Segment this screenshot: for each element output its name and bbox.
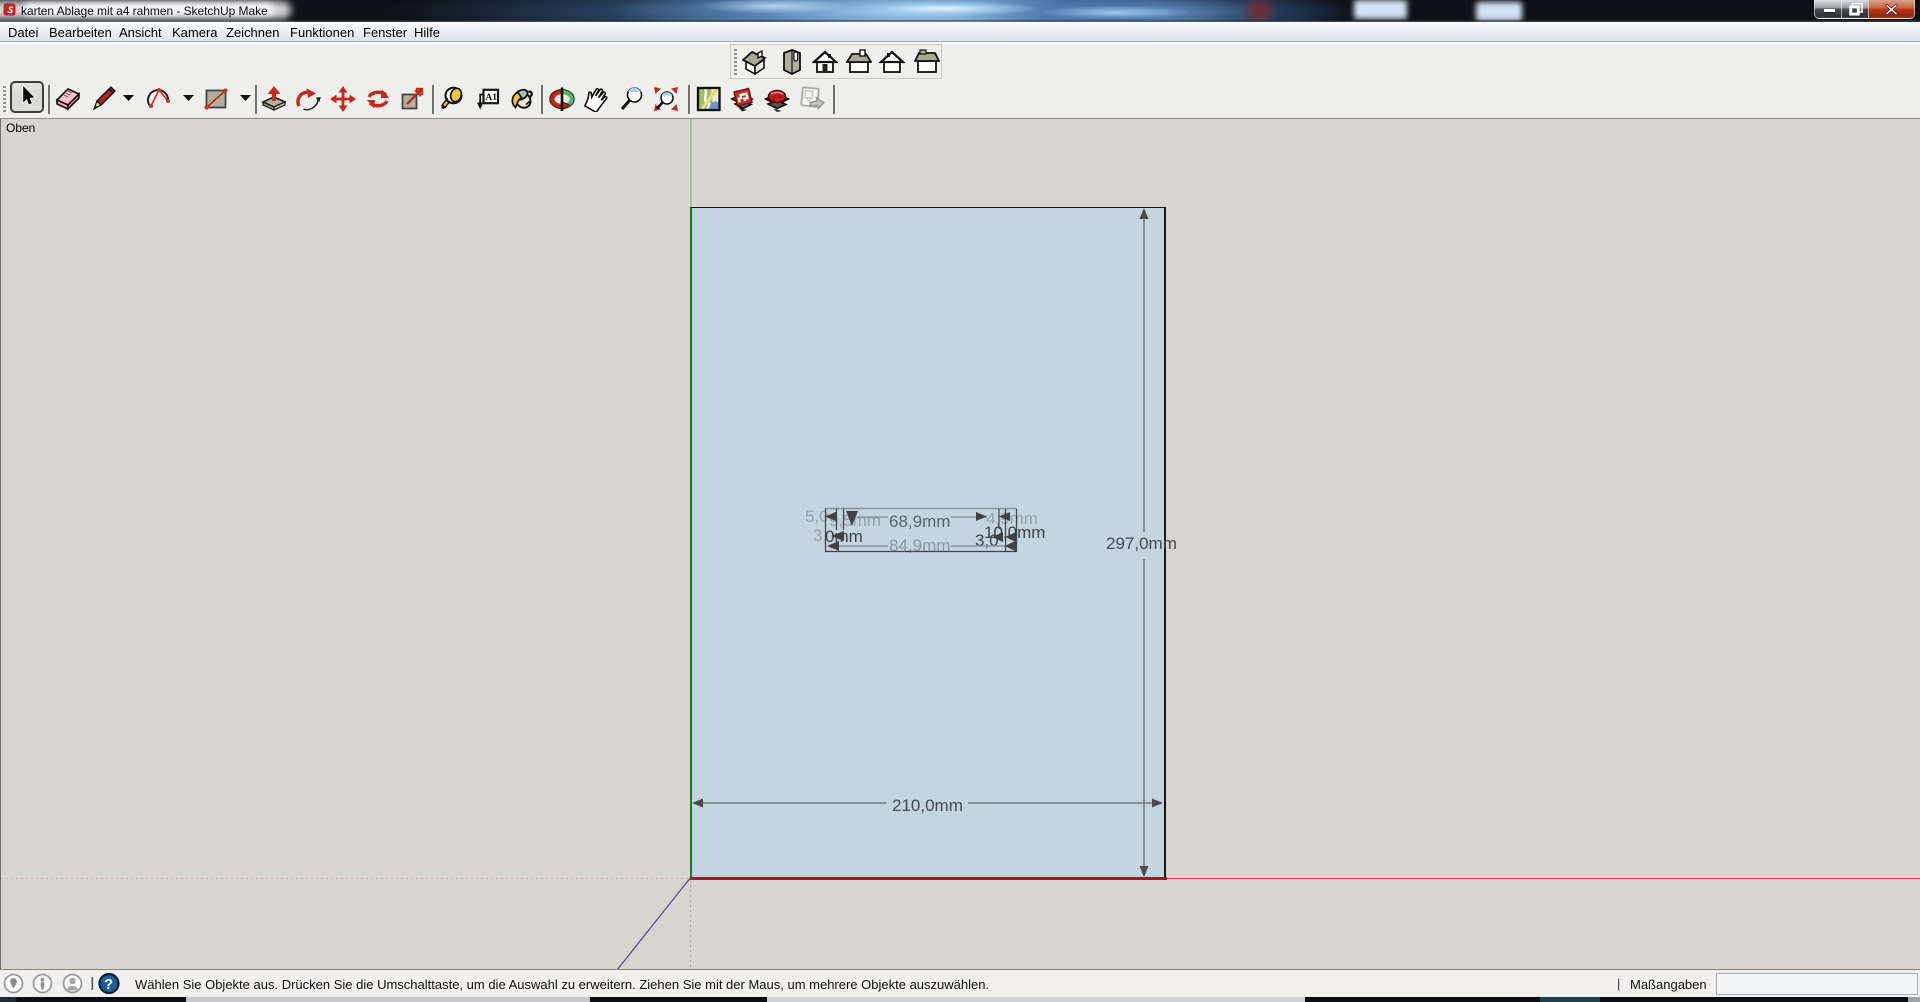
- svg-text:68,9mm: 68,9mm: [889, 512, 950, 531]
- svg-text:A1: A1: [485, 93, 497, 103]
- svg-text:84,9mm: 84,9mm: [889, 536, 950, 555]
- svg-text:?: ?: [104, 976, 113, 993]
- svg-text:3,0: 3,0: [975, 531, 999, 550]
